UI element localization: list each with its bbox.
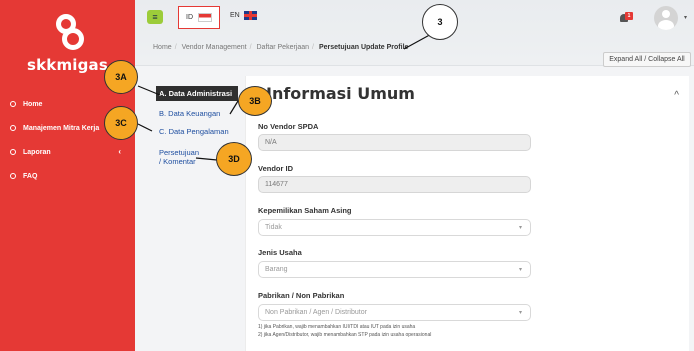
indonesia-flag-icon: [198, 13, 212, 22]
breadcrumb-daftar-pekerjaan[interactable]: Daftar Pekerjaan: [257, 44, 310, 51]
breadcrumb-current: Persetujuan Update Profile: [318, 44, 409, 51]
faq-icon: [10, 173, 16, 179]
chevron-down-icon[interactable]: ▾: [684, 14, 687, 21]
report-icon: [10, 149, 16, 155]
vendor-id-field: 114677: [258, 176, 531, 193]
language-en-label: EN: [230, 12, 240, 19]
expand-collapse-button[interactable]: Expand All / Collapse All: [603, 52, 691, 67]
callout-3b: 3B: [238, 86, 272, 116]
select-value: Non Pabrikan / Agen / Distributor: [265, 309, 367, 316]
field-label-kepemilikan-saham-asing: Kepemilikan Saham Asing: [258, 206, 352, 215]
chevron-left-icon: ‹: [118, 147, 121, 156]
chevron-down-icon: ▾: [518, 310, 522, 316]
field-label-pabrikan: Pabrikan / Non Pabrikan: [258, 291, 345, 300]
field-label-vendor-id: Vendor ID: [258, 164, 294, 173]
language-id-label: ID: [186, 14, 193, 21]
tab-data-administrasi[interactable]: A. Data Administrasi: [156, 86, 238, 101]
sidebar-item-label: FAQ: [23, 172, 38, 180]
hamburger-icon: ≡: [152, 12, 158, 22]
section-title: Informasi Umum: [266, 84, 415, 103]
select-value: Tidak: [265, 224, 282, 231]
tab-persetujuan-komentar[interactable]: Persetujuan / Komentar: [159, 148, 199, 166]
notification-badge: 1: [625, 12, 633, 20]
sidebar-item-label: Home: [23, 100, 43, 108]
select-value: Barang: [265, 266, 288, 273]
uk-flag-icon: [243, 11, 257, 20]
tab-label-line2: / Komentar: [159, 157, 196, 166]
chevron-down-icon: ▾: [518, 267, 522, 273]
avatar[interactable]: [654, 6, 678, 30]
breadcrumb-home[interactable]: Home: [153, 44, 172, 51]
callout-3: 3: [422, 4, 458, 40]
sidebar-item-label: Manajemen Mitra Kerja: [23, 124, 100, 132]
tab-data-pengalaman[interactable]: C. Data Pengalaman: [159, 127, 229, 136]
callout-3c: 3C: [104, 106, 138, 140]
informasi-umum-card: Informasi Umum ^ No Vendor SPDA N/A Vend…: [245, 76, 689, 351]
breadcrumb: Home / Vendor Management / Daftar Pekerjaa…: [153, 44, 409, 51]
chevron-down-icon: ▾: [518, 225, 522, 231]
menu-toggle-button[interactable]: ≡: [147, 10, 163, 24]
field-label-jenis-usaha: Jenis Usaha: [258, 248, 302, 257]
kepemilikan-saham-asing-select[interactable]: Tidak ▾: [258, 219, 531, 236]
sidebar-item-faq[interactable]: FAQ: [0, 164, 135, 188]
callout-3d: 3D: [216, 142, 252, 176]
callout-3a: 3A: [104, 60, 138, 94]
sidebar-item-label: Laporan: [23, 148, 51, 156]
tab-data-keuangan[interactable]: B. Data Keuangan: [159, 109, 220, 118]
sidebar-item-laporan[interactable]: Laporan ‹: [0, 140, 135, 164]
tab-label-line1: Persetujuan: [159, 148, 200, 157]
pabrikan-note-1: 1) jika Pabrikan, wajib menambahkan IUI/…: [258, 324, 416, 330]
home-icon: [10, 101, 16, 107]
pabrikan-note-2: 2) jika Agen/Distributor, wajib menambah…: [258, 332, 432, 338]
field-label-no-vendor-spda: No Vendor SPDA: [258, 122, 319, 131]
no-vendor-spda-field: N/A: [258, 134, 531, 151]
logo-icon: [48, 14, 88, 54]
partner-icon: [10, 125, 16, 131]
language-en-button[interactable]: EN: [230, 11, 257, 20]
sidebar: skkmigas Home Manajemen Mitra Kerja Lapo…: [0, 0, 135, 351]
breadcrumb-vendor-management[interactable]: Vendor Management: [182, 44, 247, 51]
notification-button[interactable]: 1: [620, 12, 633, 22]
collapse-chevron-icon[interactable]: ^: [674, 90, 679, 101]
language-id-button[interactable]: ID: [178, 6, 220, 29]
jenis-usaha-select[interactable]: Barang ▾: [258, 261, 531, 278]
pabrikan-select[interactable]: Non Pabrikan / Agen / Distributor ▾: [258, 304, 531, 321]
